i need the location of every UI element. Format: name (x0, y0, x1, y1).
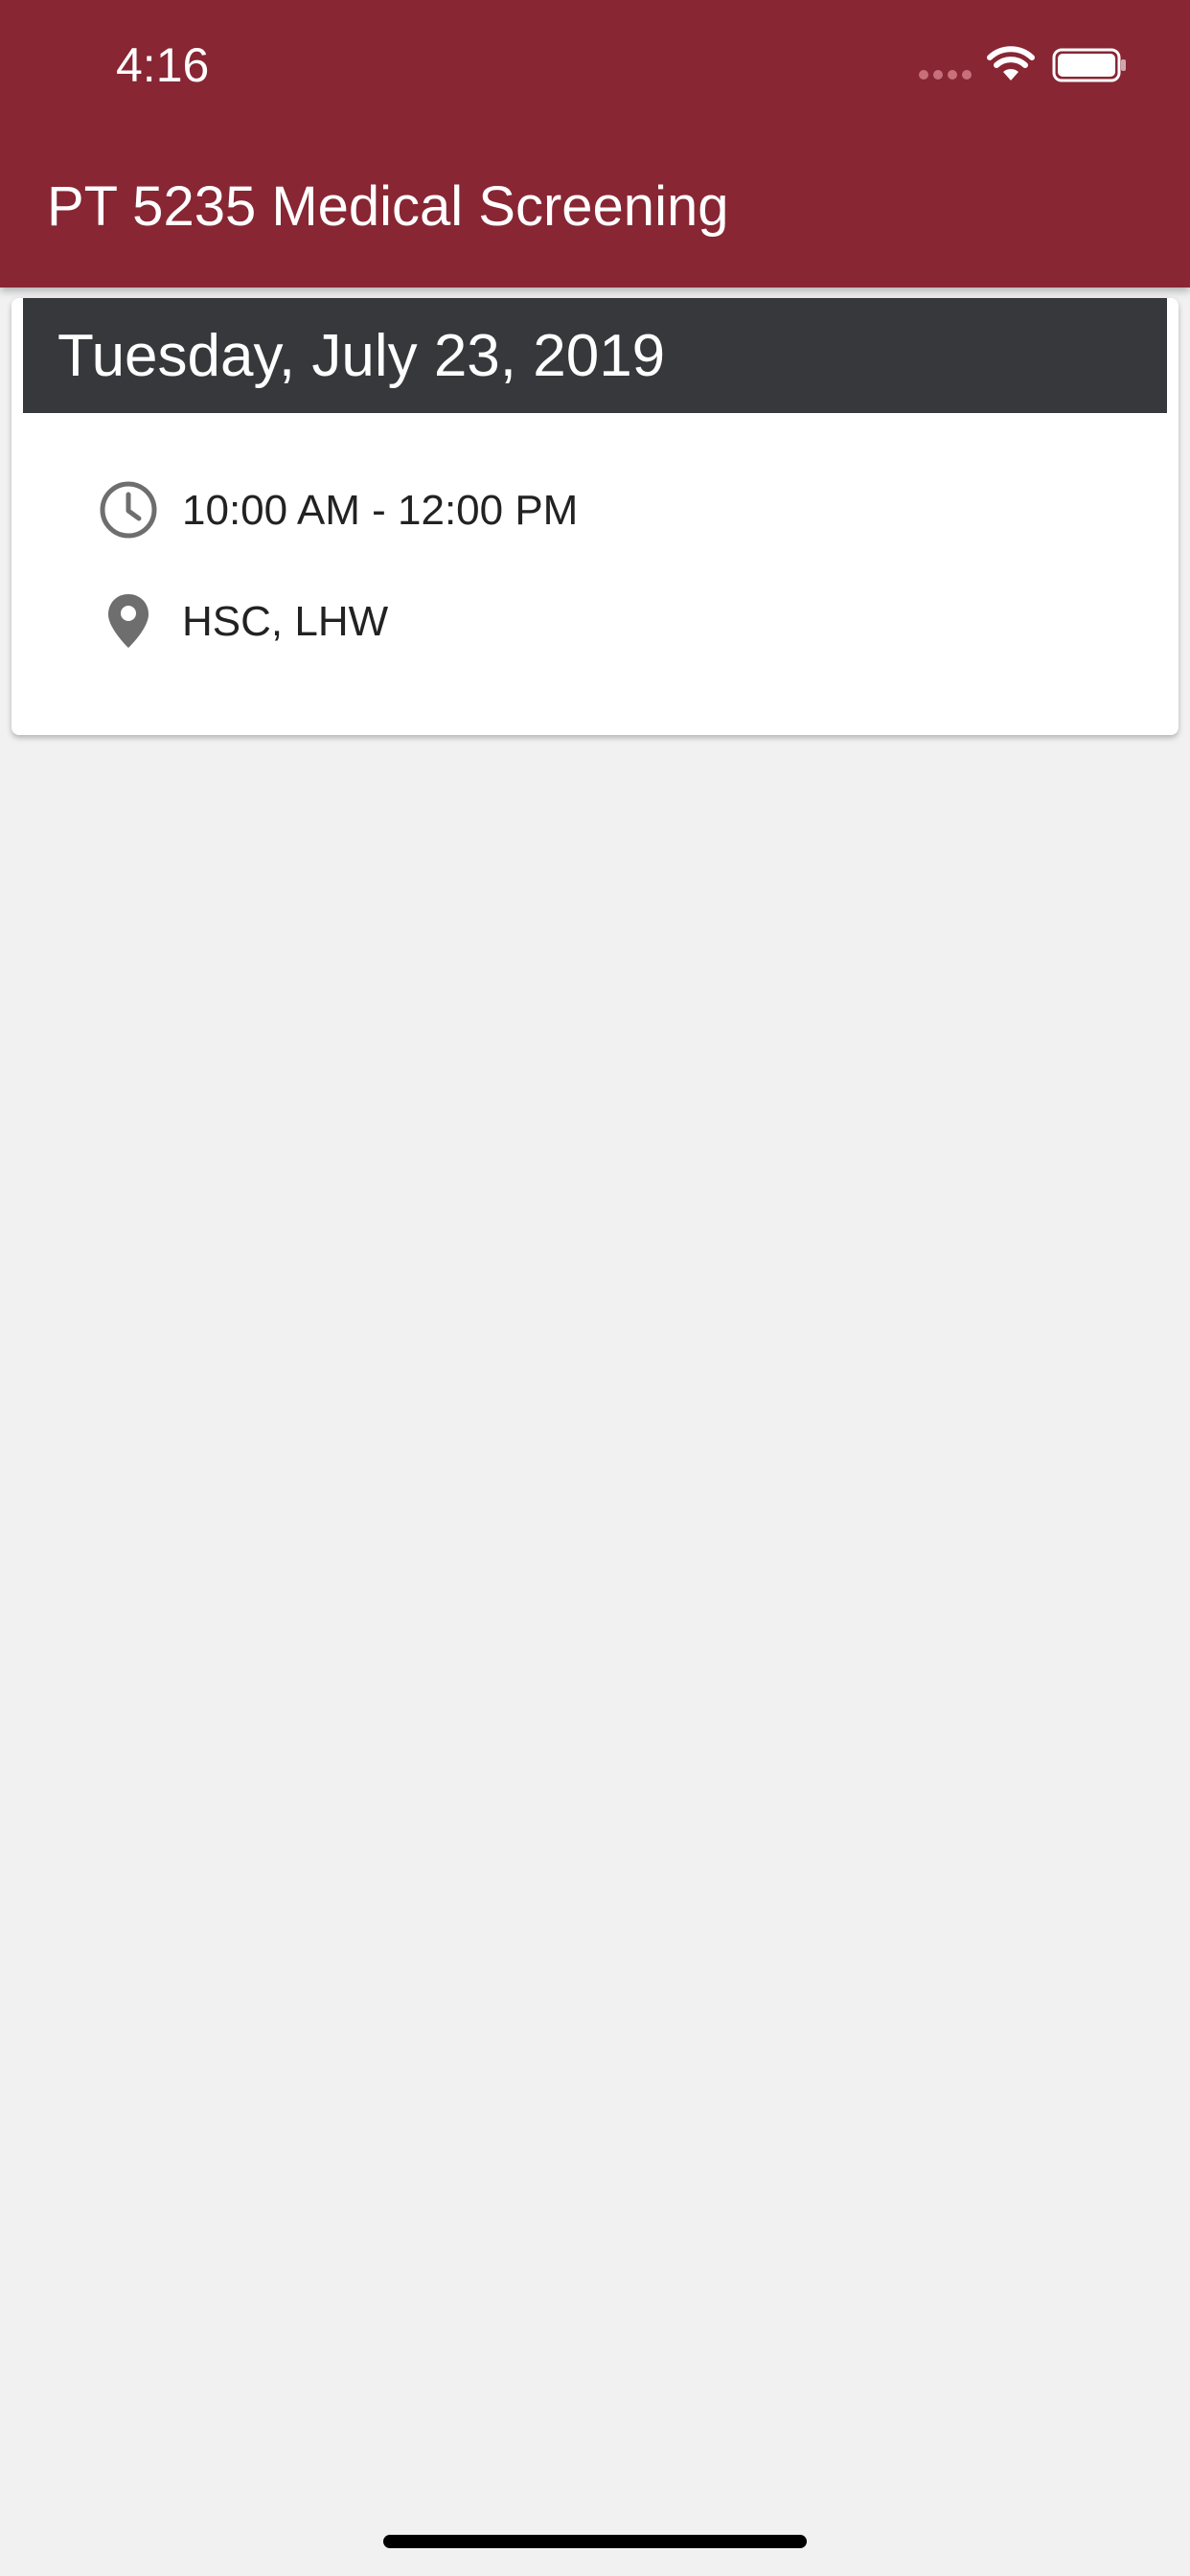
event-location-row: HSC, LHW (88, 587, 1142, 655)
app-header: 4:16 PT 5235 Medical Screening (0, 0, 1190, 288)
clock-icon (100, 481, 157, 539)
event-location: HSC, LHW (182, 598, 389, 645)
page-title: PT 5235 Medical Screening (47, 175, 729, 238)
event-card[interactable]: Tuesday, July 23, 2019 10:00 AM - 12:00 … (11, 298, 1179, 735)
map-pin-icon (108, 594, 149, 648)
event-time: 10:00 AM - 12:00 PM (182, 487, 579, 534)
event-date: Tuesday, July 23, 2019 (57, 323, 666, 389)
wifi-icon (987, 46, 1035, 80)
status-time: 4:16 (116, 38, 210, 92)
event-date-bar: Tuesday, July 23, 2019 (23, 298, 1167, 413)
battery-icon (1052, 48, 1126, 82)
home-indicator[interactable] (383, 2535, 807, 2548)
event-time-row: 10:00 AM - 12:00 PM (88, 476, 1142, 543)
signal-icon (919, 70, 972, 80)
